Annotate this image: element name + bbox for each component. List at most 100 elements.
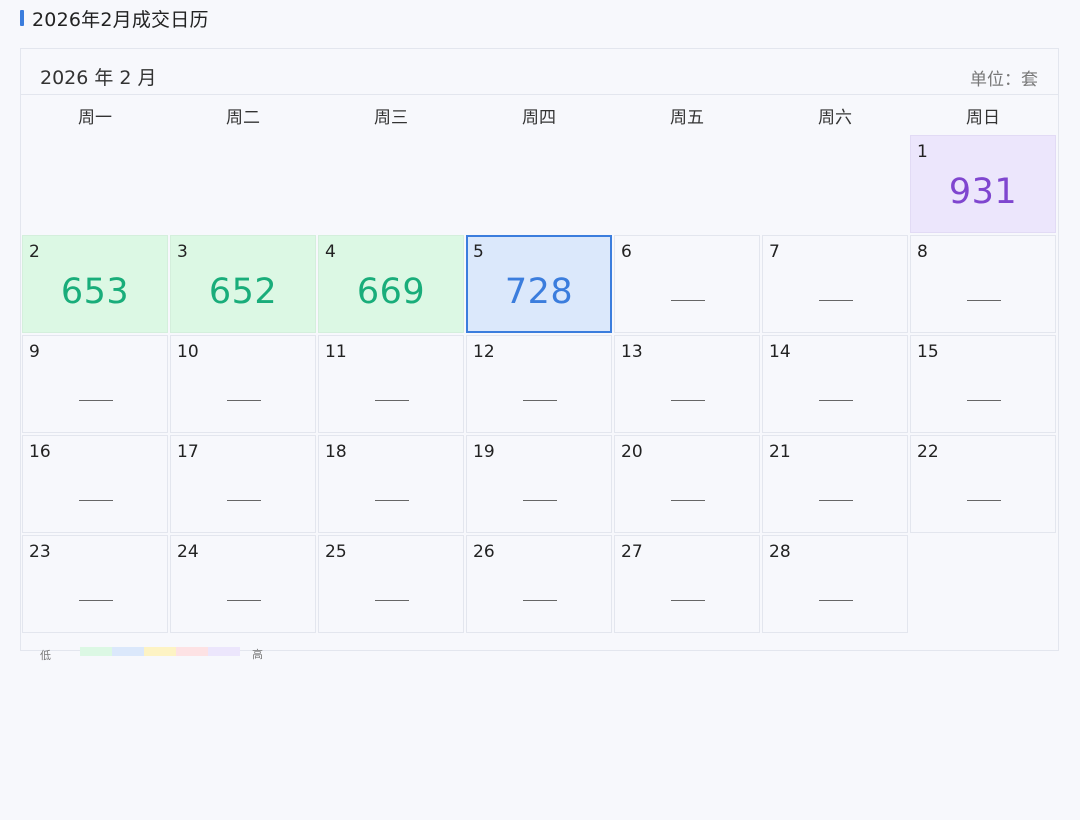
weekday-header: 周三 [374,108,408,128]
day-number: 4 [325,242,336,262]
day-number: 16 [29,442,51,462]
page-title-bar: 2026年2月成交日历 [20,6,209,31]
no-data-dash [375,500,409,501]
day-cell-1[interactable]: 1 931 [910,135,1056,233]
day-cell-14[interactable]: 14 [762,335,908,433]
day-number: 15 [917,342,939,362]
day-number: 9 [29,342,40,362]
day-cell-28[interactable]: 28 [762,535,908,633]
day-cell-8[interactable]: 8 [910,235,1056,333]
day-cell-19[interactable]: 19 [466,435,612,533]
day-number: 13 [621,342,643,362]
no-data-dash [967,400,1001,401]
day-cell-22[interactable]: 22 [910,435,1056,533]
day-number: 12 [473,342,495,362]
weekday-header: 周一 [78,108,112,128]
day-value: 653 [60,272,130,312]
no-data-dash [967,300,1001,301]
day-cell-10[interactable]: 10 [170,335,316,433]
day-cell-13[interactable]: 13 [614,335,760,433]
day-cell-11[interactable]: 11 [318,335,464,433]
day-cell-15[interactable]: 15 [910,335,1056,433]
day-number: 22 [917,442,939,462]
no-data-dash [671,300,705,301]
legend-color-bar [80,647,240,656]
day-number: 26 [473,542,495,562]
month-label: 2026 年 2 月 [40,67,157,89]
day-cell-18[interactable]: 18 [318,435,464,533]
color-legend: 低 高 [20,646,320,666]
day-cell-4[interactable]: 4 669 [318,235,464,333]
day-cell-26[interactable]: 26 [466,535,612,633]
day-cell-24[interactable]: 24 [170,535,316,633]
calendar-header: 2026 年 2 月 单位：套 [21,49,1058,95]
no-data-dash [819,300,853,301]
day-cell-2[interactable]: 2 653 [22,235,168,333]
legend-low-label: 低 [40,649,51,662]
no-data-dash [671,500,705,501]
no-data-dash [967,500,1001,501]
day-number: 3 [177,242,188,262]
no-data-dash [819,400,853,401]
day-cell-21[interactable]: 21 [762,435,908,533]
day-number: 21 [769,442,791,462]
day-number: 10 [177,342,199,362]
day-number: 6 [621,242,632,262]
weekday-header: 周四 [522,108,556,128]
day-value: 931 [948,172,1018,212]
day-number: 27 [621,542,643,562]
no-data-dash [523,500,557,501]
day-number: 20 [621,442,643,462]
day-cell-17[interactable]: 17 [170,435,316,533]
day-value: 728 [504,272,574,312]
weekday-header: 周五 [670,108,704,128]
legend-swatch [208,647,240,656]
no-data-dash [819,500,853,501]
day-number: 2 [29,242,40,262]
day-value: 652 [208,272,278,312]
no-data-dash [79,400,113,401]
no-data-dash [79,500,113,501]
day-cell-3[interactable]: 3 652 [170,235,316,333]
day-number: 5 [473,242,484,262]
day-cell-16[interactable]: 16 [22,435,168,533]
day-cell-12[interactable]: 12 [466,335,612,433]
legend-swatch [112,647,144,656]
day-number: 19 [473,442,495,462]
day-number: 24 [177,542,199,562]
day-cell-5[interactable]: 5 728 [466,235,612,333]
no-data-dash [79,600,113,601]
day-number: 11 [325,342,347,362]
no-data-dash [819,600,853,601]
calendar: 2026 年 2 月 单位：套 周一 周二 周三 周四 周五 周六 周日 1 931 2 653 3… [20,48,1059,651]
day-cell-23[interactable]: 23 [22,535,168,633]
day-number: 7 [769,242,780,262]
weekday-header: 周日 [966,108,1000,128]
day-cell-27[interactable]: 27 [614,535,760,633]
unit-label: 单位：套 [970,70,1038,90]
no-data-dash [227,400,261,401]
day-number: 25 [325,542,347,562]
day-cell-6[interactable]: 6 [614,235,760,333]
day-number: 17 [177,442,199,462]
day-number: 14 [769,342,791,362]
legend-swatch [144,647,176,656]
day-cell-9[interactable]: 9 [22,335,168,433]
day-value: 669 [356,272,426,312]
title-accent-bar [20,10,24,26]
day-number: 23 [29,542,51,562]
legend-swatch [80,647,112,656]
no-data-dash [671,400,705,401]
weekday-header: 周二 [226,108,260,128]
day-number: 18 [325,442,347,462]
day-cell-7[interactable]: 7 [762,235,908,333]
no-data-dash [523,600,557,601]
no-data-dash [671,600,705,601]
no-data-dash [375,400,409,401]
day-number: 1 [917,142,928,162]
no-data-dash [227,500,261,501]
day-number: 8 [917,242,928,262]
day-cell-20[interactable]: 20 [614,435,760,533]
legend-swatch [176,647,208,656]
day-cell-25[interactable]: 25 [318,535,464,633]
